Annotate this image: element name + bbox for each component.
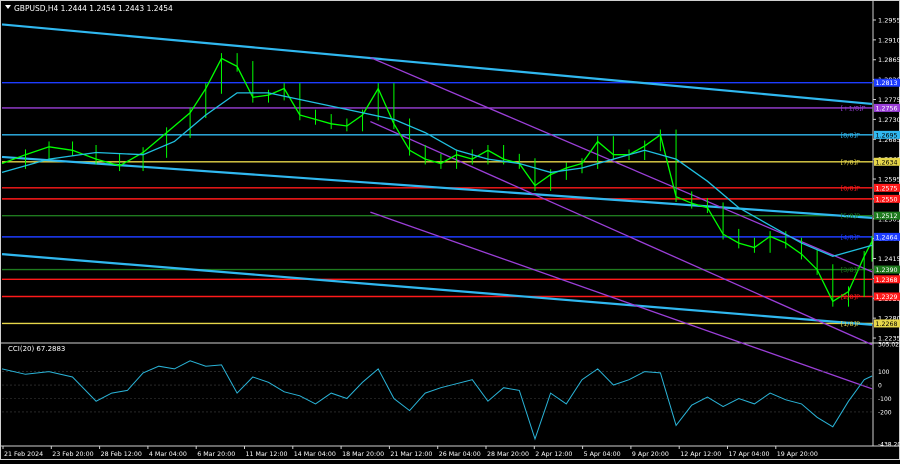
time-tick-label: 18 Mar 20:00 [342,451,384,458]
murrey-label: [+1/8]P [841,104,866,112]
moving-average [1,92,873,257]
price-tick-label: 1.2910 [878,36,900,44]
osc-tick-label: -100 [878,396,892,403]
time-axis: 21 Feb 2024 23 Feb 20:00 28 Feb 12:00 4 Mar… [2,446,818,458]
murrey-label: [8/8]P [841,131,861,139]
time-tick-label: 14 Mar 04:00 [294,451,336,458]
cci-line [1,360,873,441]
time-tick-label: 21 Feb 2024 [4,451,43,458]
time-tick-label: 12 Apr 12:00 [680,451,721,458]
time-tick-label: 5 Apr 04:00 [584,451,621,458]
price-tick-label: 1.2775 [878,96,900,104]
price-tick-label: 1.2955 [878,16,900,24]
time-tick-label: 28 Mar 20:00 [487,451,529,458]
time-tick-label: 26 Mar 04:00 [439,451,481,458]
price-tick-label: 1.2730 [878,116,900,124]
price-tag-text: 1.2575 [876,185,898,192]
time-tick-label: 11 Mar 12:00 [246,451,288,458]
time-tick-label: 2 Apr 12:00 [535,451,572,458]
price-tag-text: 1.2268 [876,321,898,328]
time-tick-label: 21 Mar 12:00 [390,451,432,458]
murrey-label: [1/8]P [841,320,861,328]
time-tick-label: 19 Apr 20:00 [777,451,818,458]
murrey-label: [6/8]P [841,184,861,192]
price-tag-text: 1.2695 [876,132,898,139]
murrey-label: [4/8]P [841,233,861,241]
murrey-label: [5/8]P [841,212,861,220]
price-tag-text: 1.2368 [876,277,898,284]
outer-border [0,0,900,460]
oscillator-header: CCI(20) 67.2883 [8,345,65,353]
price-tag-text: 1.2512 [876,213,898,220]
chart-window: 1.29551.29101.28651.28201.27751.27301.26… [0,0,900,460]
symbol-header: GBPUSD,H4 1.2444 1.2454 1.2443 1.2454 [14,4,173,13]
time-tick-label: 17 Apr 04:00 [729,451,770,458]
murrey-label: [7/8]P [841,158,861,166]
blue-channel-line [1,253,873,326]
trend-channels [1,23,873,390]
price-tick-label: 1.2865 [878,56,900,64]
time-tick-label: 28 Feb 12:00 [101,451,142,458]
chart-frame [0,0,900,460]
osc-tick-label: -200 [878,409,892,416]
price-tag-text: 1.2464 [876,234,898,241]
price-chart: 1.29551.29101.28651.28201.27751.27301.26… [0,0,900,460]
murrey-label: [3/8]P [841,266,861,274]
osc-tick-label: 100 [878,369,890,376]
cci-oscillator: 305.0235 100 0 -100 -200 -438.2056 [1,342,900,449]
price-tag-text: 1.2329 [876,294,898,301]
time-tick-label: 23 Feb 20:00 [52,451,93,458]
ma-line [1,92,873,257]
purple-channel-line [370,56,873,273]
time-tick-label: 9 Apr 20:00 [632,451,669,458]
price-tick-label: 1.2415 [878,255,900,263]
price-tag-text: 1.2756 [876,105,898,112]
osc-tick-label: 0 [878,383,882,390]
osc-tick-label: 305.0235 [878,342,900,349]
osc-tick-label: -438.2056 [878,442,900,449]
blue-channel-line [1,23,873,106]
price-tag-text: 1.2550 [876,196,898,203]
price-tag-text: 1.2634 [876,159,898,166]
purple-channel-line [370,211,873,390]
price-tick-label: 1.2595 [878,176,900,184]
time-tick-label: 6 Mar 20:00 [197,451,235,458]
time-tick-label: 4 Mar 04:00 [149,451,187,458]
price-tag-text: 1.2813 [876,80,898,87]
murrey-label: [2/8]P [841,293,861,301]
collapse-arrow-icon[interactable] [5,5,11,9]
price-tag-text: 1.2390 [876,267,898,274]
